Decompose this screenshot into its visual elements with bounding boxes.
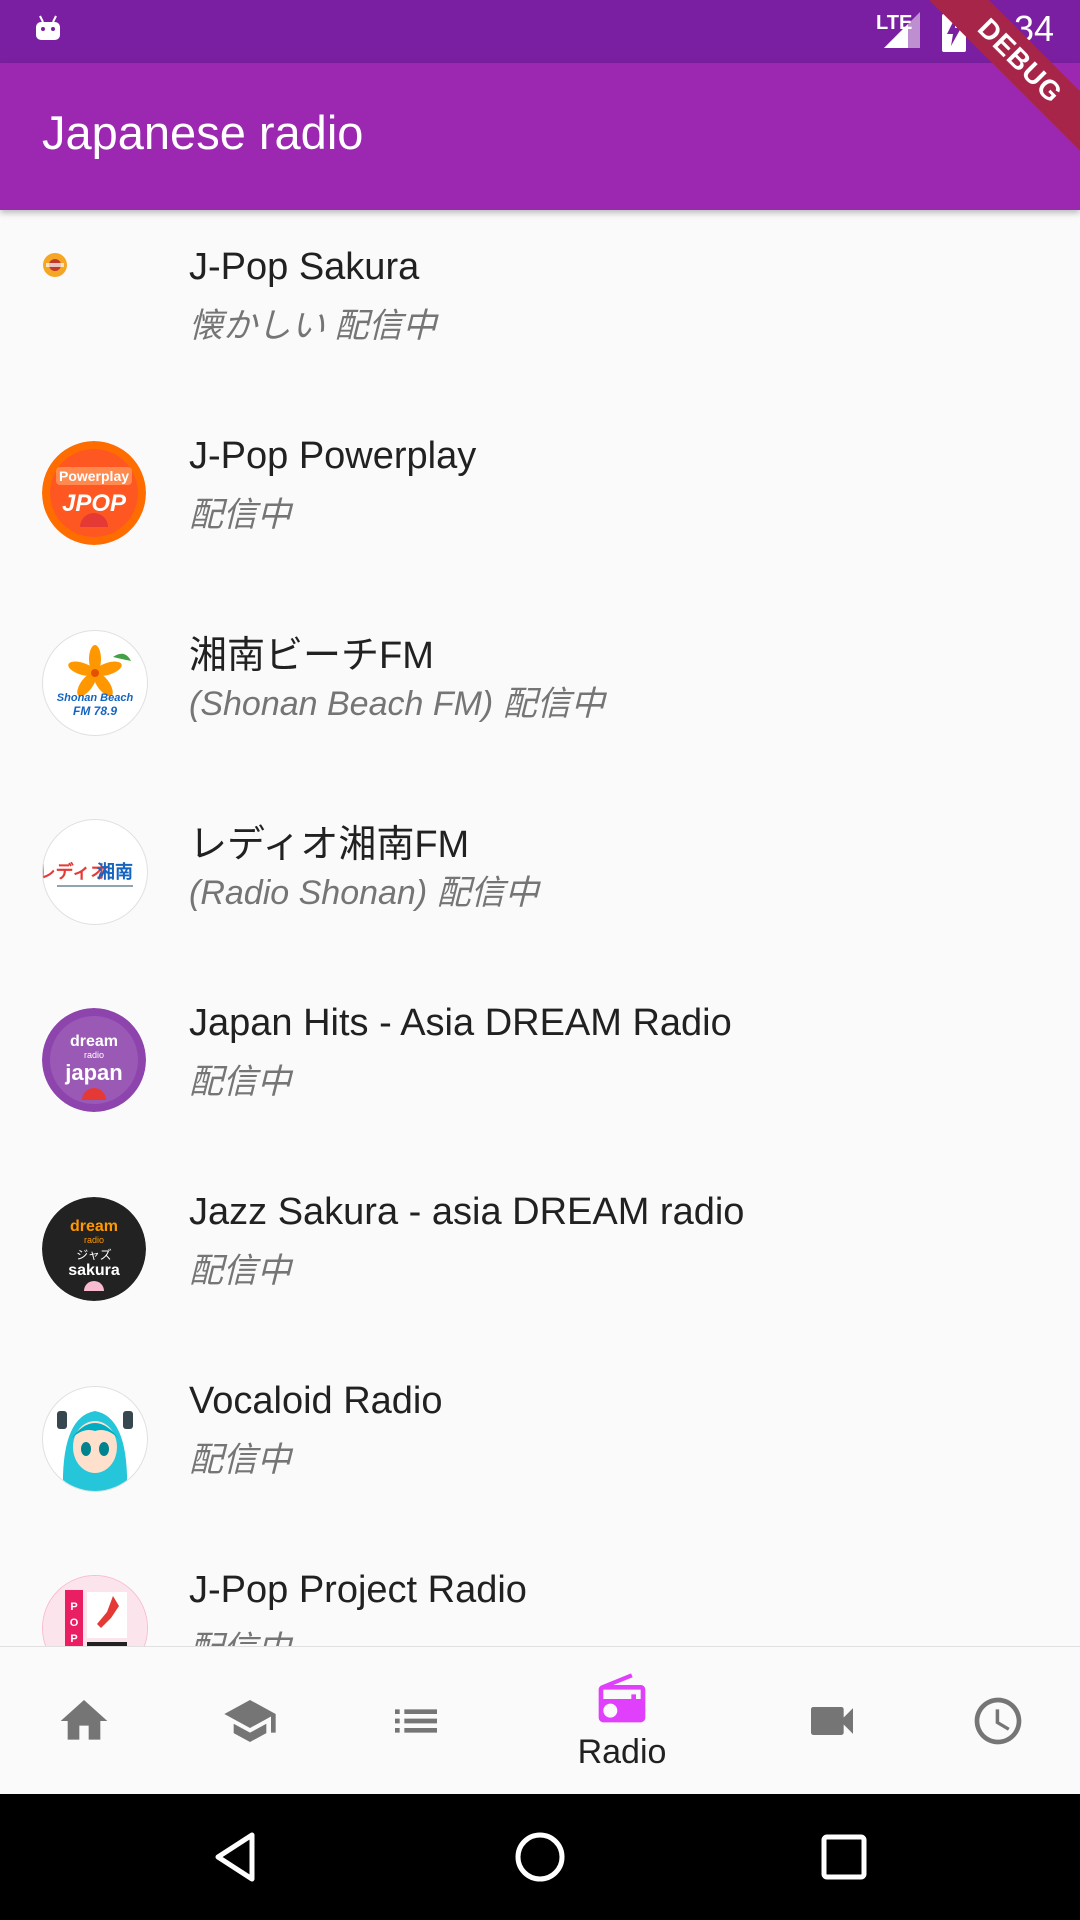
station-name: J-Pop Sakura [189,246,420,288]
status-bar: LTE 6:34 [0,0,1080,63]
jazz-sakura-logo-icon: dream radio ジャズ sakura [42,1197,146,1301]
station-name: J-Pop Project Radio [189,1569,527,1611]
station-name: J-Pop Powerplay [189,435,477,477]
svg-text:ジャズ: ジャズ [76,1247,111,1262]
nav-radio-label: Radio [577,1732,667,1771]
radio-shonan-logo-icon: レディオ 湘南 [42,819,148,925]
signal-icon [884,12,920,48]
sakura-logo-icon [42,252,68,278]
svg-text:Powerplay: Powerplay [59,468,129,484]
nav-home[interactable] [42,1647,126,1795]
videocam-icon [811,1707,853,1735]
svg-text:JPOP: JPOP [62,490,127,517]
station-status: 懐かしい 配信中 [189,307,437,345]
station-name: Japan Hits - Asia DREAM Radio [189,1002,732,1044]
list-item[interactable]: レディオ 湘南 レディオ湘南FM (Radio Shonan) 配信中 [0,819,1080,1008]
station-list[interactable]: J-Pop Sakura 懐かしい 配信中 Powerplay JPOP J-P… [0,210,1080,1646]
svg-text:O: O [70,1617,79,1629]
list-item[interactable]: dream radio ジャズ sakura Jazz Sakura - asi… [0,1191,1080,1386]
station-name: Vocaloid Radio [189,1380,443,1422]
list-item[interactable]: dream radio japan Japan Hits - Asia DREA… [0,1002,1080,1197]
back-icon[interactable] [206,1827,266,1887]
recents-icon[interactable] [814,1827,874,1887]
vocaloid-logo-icon [42,1386,148,1492]
jpop-project-logo-icon: P O P PROJECT [42,1575,148,1646]
radio-icon [598,1672,646,1722]
svg-text:sakura: sakura [68,1262,120,1279]
station-status: 配信中 [189,496,291,534]
station-status: 配信中 [189,1621,291,1646]
station-status: 配信中 [189,1441,291,1479]
station-name: 湘南ビーチFM [189,635,434,677]
nav-video[interactable] [790,1647,874,1795]
station-status: (Radio Shonan) 配信中 [189,874,539,912]
station-status: (Shonan Beach FM) 配信中 [189,685,605,723]
list-icon [395,1709,437,1733]
svg-text:Shonan Beach: Shonan Beach [57,692,134,704]
svg-text:radio: radio [84,1050,104,1060]
school-icon [224,1700,276,1742]
list-item[interactable]: J-Pop Sakura 懐かしい 配信中 [0,246,1080,441]
svg-text:radio: radio [84,1235,104,1245]
home-icon [60,1700,108,1740]
nav-history[interactable] [956,1647,1040,1795]
clock-icon [974,1697,1022,1745]
station-status: 配信中 [189,1252,291,1290]
station-name: レディオ湘南FM [189,824,470,866]
shonan-beach-logo-icon: Shonan Beach FM 78.9 [42,630,148,736]
svg-text:FM 78.9: FM 78.9 [73,704,117,718]
bottom-navigation: Radio [0,1646,1080,1795]
nav-list[interactable] [374,1647,458,1795]
svg-text:dream: dream [70,1033,118,1050]
japan-hits-logo-icon: dream radio japan [42,1008,146,1112]
station-status: 配信中 [189,1063,291,1101]
svg-text:P: P [70,1601,77,1613]
station-name: Jazz Sakura - asia DREAM radio [189,1191,745,1233]
nav-radio[interactable]: Radio [560,1647,684,1795]
page-title: Japanese radio [42,106,364,159]
svg-text:japan: japan [64,1060,122,1085]
svg-text:湘南: 湘南 [97,861,133,883]
list-item[interactable]: Powerplay JPOP J-Pop Powerplay 配信中 [0,435,1080,630]
powerplay-logo-icon: Powerplay JPOP [42,441,146,545]
app-bar: Japanese radio [0,63,1080,210]
android-icon [36,15,60,40]
list-item[interactable]: Vocaloid Radio 配信中 [0,1380,1080,1575]
svg-text:P: P [70,1633,77,1645]
home-circle-icon[interactable] [510,1827,570,1887]
list-item[interactable]: Shonan Beach FM 78.9 湘南ビーチFM (Shonan Bea… [0,630,1080,819]
svg-text:dream: dream [70,1218,118,1235]
system-navigation-bar [0,1794,1080,1920]
nav-school[interactable] [208,1647,292,1795]
list-item[interactable]: P O P PROJECT J-Pop Project Radio 配信中 [0,1569,1080,1646]
